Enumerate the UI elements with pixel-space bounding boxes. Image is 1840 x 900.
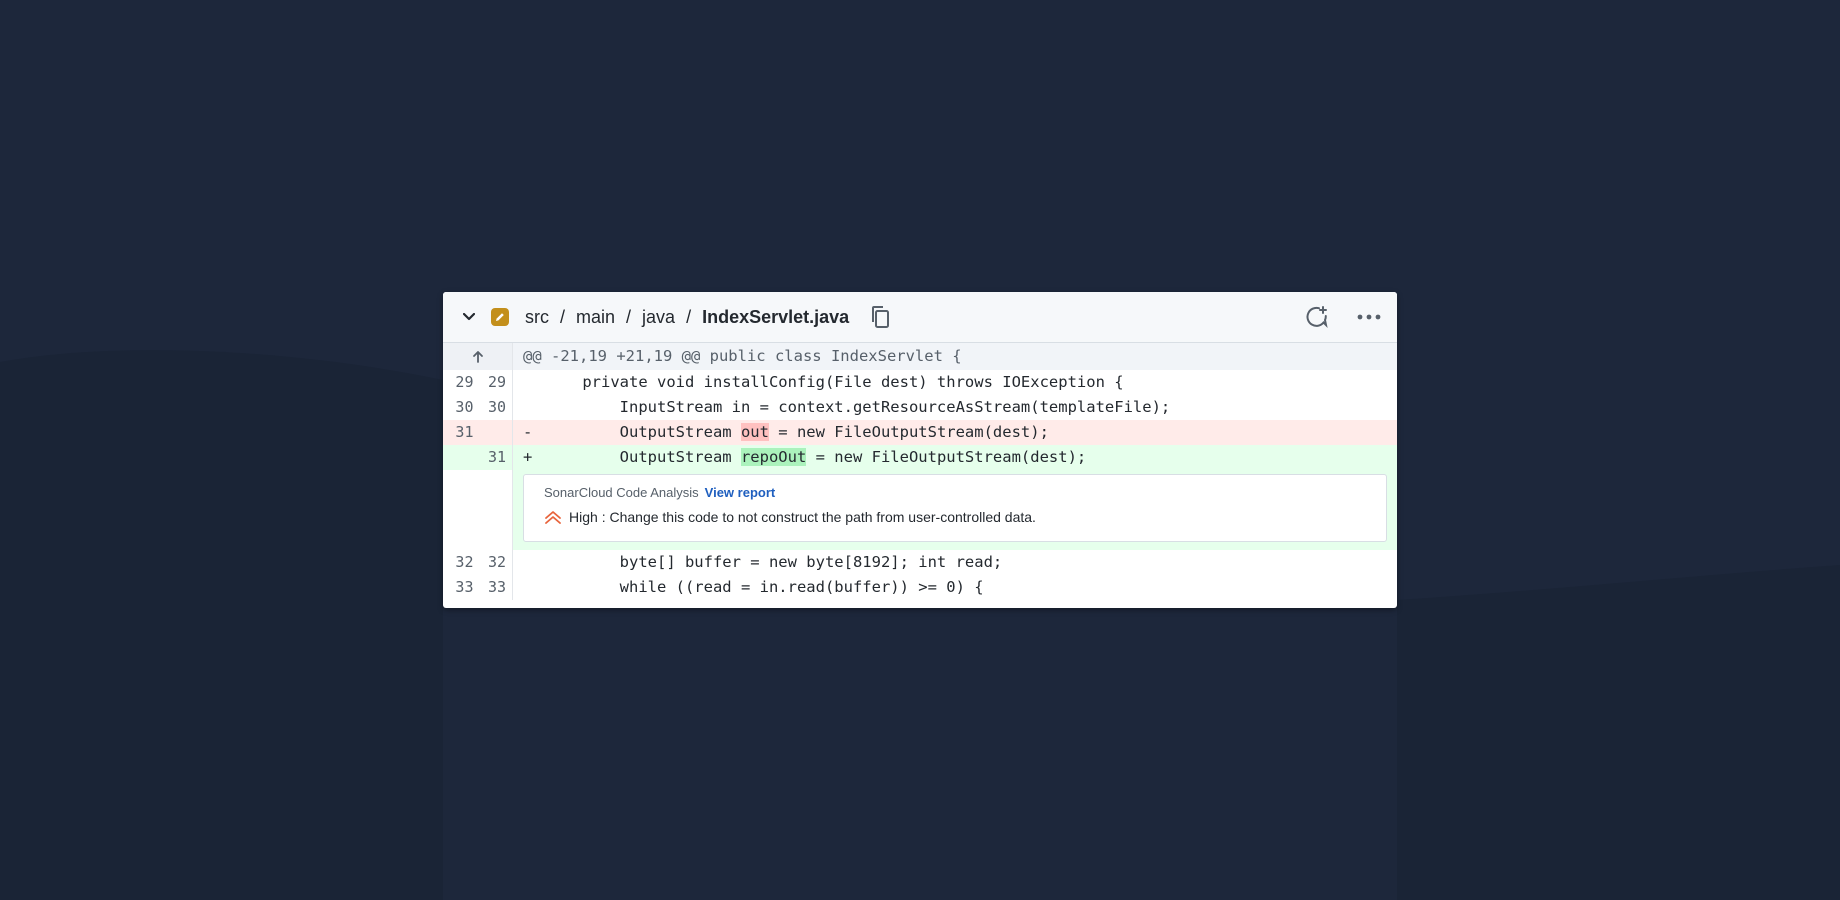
- breadcrumb-src[interactable]: src: [525, 307, 549, 328]
- add-comment-icon[interactable]: [1303, 303, 1331, 331]
- pencil-icon: [491, 308, 509, 326]
- code-line: 29 29 private void installConfig(File de…: [443, 370, 1397, 395]
- file-header: src / main / java / IndexServlet.java: [443, 292, 1397, 343]
- new-line-number[interactable]: 31: [477, 445, 512, 470]
- breadcrumb-separator: /: [560, 306, 566, 327]
- new-line-number[interactable]: 29: [477, 370, 512, 395]
- hunk-header-row: @@ -21,19 +21,19 @@ public class IndexSe…: [443, 343, 1397, 370]
- code-text: OutputStream: [545, 448, 741, 466]
- new-line-number[interactable]: 33: [477, 575, 512, 600]
- new-line-number[interactable]: 32: [477, 550, 512, 575]
- annotation-row: SonarCloud Code Analysis View report Hig…: [443, 470, 1397, 550]
- diff-panel: src / main / java / IndexServlet.java @@…: [443, 292, 1397, 608]
- double-chevron-up-icon: [545, 511, 561, 524]
- severity-label: High: [569, 509, 598, 525]
- breadcrumb-main[interactable]: main: [576, 307, 615, 328]
- breadcrumb-java[interactable]: java: [642, 307, 675, 328]
- line-content: - OutputStream out = new FileOutputStrea…: [513, 420, 1397, 445]
- old-line-number[interactable]: 30: [443, 395, 477, 420]
- more-horizontal-icon[interactable]: [1355, 303, 1383, 331]
- line-content: + OutputStream repoOut = new FileOutputS…: [513, 445, 1397, 470]
- file-name: IndexServlet.java: [702, 306, 850, 327]
- copy-icon[interactable]: [869, 305, 891, 329]
- code-text: while ((read = in.read(buffer)) >= 0) {: [545, 578, 984, 596]
- old-line-number[interactable]: 31: [443, 420, 477, 445]
- code-text: InputStream in = context.getResourceAsSt…: [545, 398, 1171, 416]
- chevron-down-icon[interactable]: [461, 309, 477, 325]
- code-text: = new FileOutputStream(dest);: [806, 448, 1087, 466]
- diff-marker: +: [523, 448, 533, 466]
- view-report-link[interactable]: View report: [705, 485, 776, 500]
- code-text: byte[] buffer = new byte[8192]; int read…: [545, 553, 1003, 571]
- old-line-number[interactable]: 33: [443, 575, 477, 600]
- code-text: private void installConfig(File dest) th…: [545, 373, 1124, 391]
- line-content: byte[] buffer = new byte[8192]; int read…: [513, 550, 1397, 575]
- annotation-source: SonarCloud Code Analysis: [544, 485, 699, 500]
- line-content: private void installConfig(File dest) th…: [513, 370, 1397, 395]
- code-line: 32 32 byte[] buffer = new byte[8192]; in…: [443, 550, 1397, 575]
- annotation-message: Change this code to not construct the pa…: [609, 509, 1036, 525]
- old-line-number[interactable]: 29: [443, 370, 477, 395]
- added-token: repoOut: [740, 448, 807, 466]
- annotation-gutter: [443, 470, 513, 550]
- old-line-number[interactable]: [443, 445, 477, 470]
- line-content: while ((read = in.read(buffer)) >= 0) {: [513, 575, 1397, 600]
- added-line: 31 + OutputStream repoOut = new FileOutp…: [443, 445, 1397, 470]
- new-line-number[interactable]: [477, 420, 512, 445]
- breadcrumb-separator: /: [686, 306, 692, 327]
- code-text: = new FileOutputStream(dest);: [768, 423, 1049, 441]
- hunk-header: @@ -21,19 +21,19 @@ public class IndexSe…: [523, 347, 962, 365]
- old-line-number[interactable]: 32: [443, 550, 477, 575]
- removed-token: out: [740, 423, 769, 441]
- breadcrumb: src / main / java / IndexServlet.java: [525, 307, 849, 328]
- breadcrumb-separator: /: [626, 306, 632, 327]
- sonarcloud-annotation: SonarCloud Code Analysis View report Hig…: [523, 474, 1387, 542]
- line-content: InputStream in = context.getResourceAsSt…: [513, 395, 1397, 420]
- code-line: 30 30 InputStream in = context.getResour…: [443, 395, 1397, 420]
- code-line: 33 33 while ((read = in.read(buffer)) >=…: [443, 575, 1397, 600]
- deleted-line: 31 - OutputStream out = new FileOutputSt…: [443, 420, 1397, 445]
- diff-marker: -: [523, 423, 533, 441]
- code-text: OutputStream: [545, 423, 741, 441]
- new-line-number[interactable]: 30: [477, 395, 512, 420]
- severity-separator: :: [601, 509, 606, 525]
- arrow-up-icon[interactable]: [443, 343, 513, 370]
